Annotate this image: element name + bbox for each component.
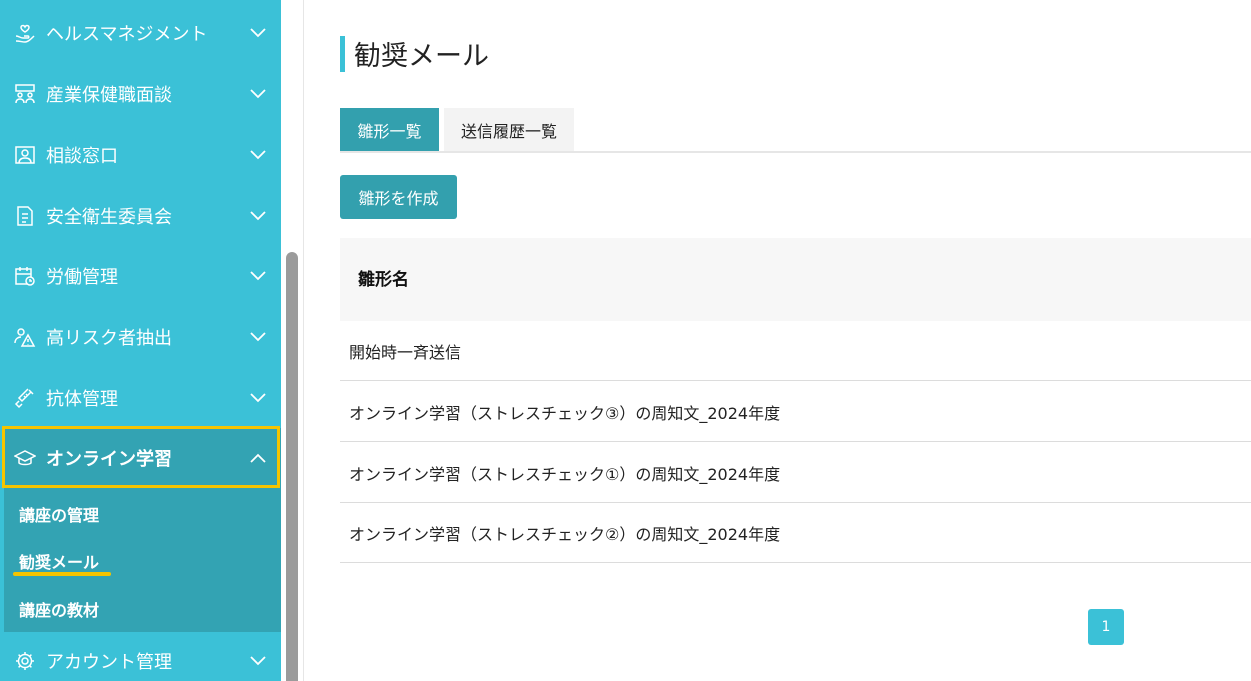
graduation-cap-icon xyxy=(14,447,36,469)
tab-underline xyxy=(340,151,1251,153)
document-icon xyxy=(14,205,36,227)
person-warning-icon xyxy=(14,326,36,348)
chevron-down-icon xyxy=(249,389,267,407)
page-title-accent xyxy=(340,36,345,72)
hand-heart-icon xyxy=(14,22,36,44)
tab-send-history[interactable]: 送信履歴一覧 xyxy=(444,108,574,151)
content-divider xyxy=(303,0,304,681)
submenu-item-course-management[interactable]: 講座の管理 xyxy=(19,502,99,526)
sidebar-item-label: ヘルスマネジメント xyxy=(46,24,208,45)
sidebar-item-label: アカウント管理 xyxy=(46,652,172,673)
syringe-icon xyxy=(14,387,36,409)
chevron-down-icon xyxy=(249,328,267,346)
create-template-button[interactable]: 雛形を作成 xyxy=(340,175,457,219)
template-name-cell[interactable]: オンライン学習（ストレスチェック③）の周知文_2024年度 xyxy=(349,400,780,424)
sidebar-item-label: 産業保健職面談 xyxy=(46,85,172,106)
template-name-cell[interactable]: 開始時一斉送信 xyxy=(349,339,461,363)
pagination-page-button[interactable]: 1 xyxy=(1088,609,1124,645)
column-header-template-name: 雛形名 xyxy=(358,270,409,290)
sidebar-item-label: 抗体管理 xyxy=(46,389,118,410)
table-row[interactable]: オンライン学習（ストレスチェック①）の周知文_2024年度 xyxy=(340,443,1251,503)
calendar-clock-icon xyxy=(14,265,36,287)
sidebar-item-antibody-management[interactable]: 抗体管理 xyxy=(4,368,281,428)
sidebar-item-label: 高リスク者抽出 xyxy=(46,328,172,349)
submenu-item-recommendation-mail[interactable]: 勧奨メール xyxy=(19,549,99,573)
chevron-up-icon xyxy=(249,449,267,467)
submenu-item-course-materials[interactable]: 講座の教材 xyxy=(19,597,99,621)
sidebar-item-health-management[interactable]: ヘルスマネジメント xyxy=(4,3,281,63)
sidebar-item-label: 相談窓口 xyxy=(46,146,118,167)
sidebar-item-online-learning[interactable]: オンライン学習 xyxy=(4,428,281,488)
sidebar-item-consultation-desk[interactable]: 相談窓口 xyxy=(4,125,281,185)
chevron-down-icon xyxy=(249,267,267,285)
page-title: 勧奨メール xyxy=(354,41,489,72)
sidebar-item-occupational-health-interview[interactable]: 産業保健職面談 xyxy=(4,64,281,124)
chevron-down-icon xyxy=(249,207,267,225)
sidebar-item-account-management[interactable]: アカウント管理 xyxy=(4,631,281,681)
chevron-down-icon xyxy=(249,24,267,42)
sidebar-item-label: 労働管理 xyxy=(46,267,118,288)
table-row[interactable]: オンライン学習（ストレスチェック②）の周知文_2024年度 xyxy=(340,503,1251,563)
person-card-icon xyxy=(14,144,36,166)
template-name-cell[interactable]: オンライン学習（ストレスチェック①）の周知文_2024年度 xyxy=(349,461,780,485)
sidebar-item-safety-committee[interactable]: 安全衛生委員会 xyxy=(4,186,281,246)
sidebar-item-labor-management[interactable]: 労働管理 xyxy=(4,246,281,306)
gear-icon xyxy=(14,650,36,672)
table-row[interactable]: オンライン学習（ストレスチェック③）の周知文_2024年度 xyxy=(340,382,1251,442)
sidebar-item-high-risk-extraction[interactable]: 高リスク者抽出 xyxy=(4,307,281,367)
active-submenu-underline xyxy=(13,572,111,576)
chevron-down-icon xyxy=(249,85,267,103)
app-root: ヘルスマネジメント 産業保健職面談 相談窓口 安全衛生委員会 労働管理 高リスク… xyxy=(0,0,1251,681)
tab-template-list[interactable]: 雛形一覧 xyxy=(340,108,439,151)
chevron-down-icon xyxy=(249,146,267,164)
table-header: 雛形名 xyxy=(340,238,1251,321)
sidebar: ヘルスマネジメント 産業保健職面談 相談窓口 安全衛生委員会 労働管理 高リスク… xyxy=(0,0,281,681)
template-name-cell[interactable]: オンライン学習（ストレスチェック②）の周知文_2024年度 xyxy=(349,521,780,545)
sidebar-item-label: 安全衛生委員会 xyxy=(46,207,172,228)
sidebar-scrollbar-thumb[interactable] xyxy=(286,252,298,681)
sidebar-item-label: オンライン学習 xyxy=(46,449,172,470)
table-row[interactable]: 開始時一斉送信 xyxy=(340,321,1251,381)
chevron-down-icon xyxy=(249,652,267,670)
interview-icon xyxy=(14,83,36,105)
